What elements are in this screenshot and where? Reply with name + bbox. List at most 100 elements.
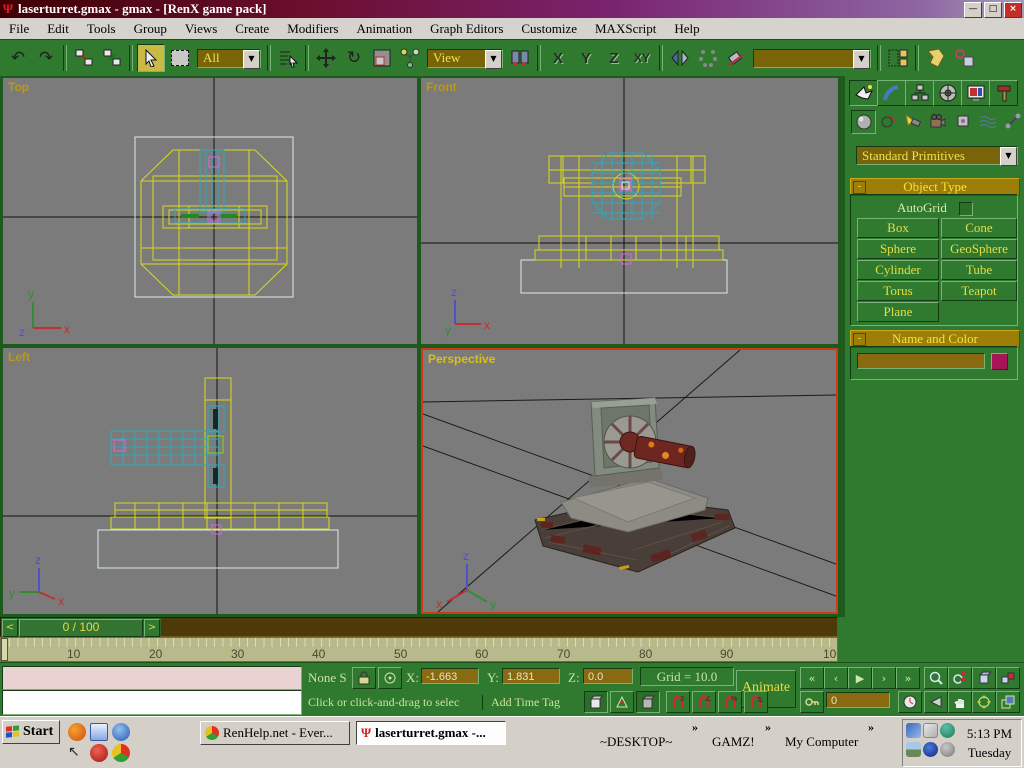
previous-frame-arrow[interactable]: <	[2, 619, 18, 637]
create-helpers-icon[interactable]	[951, 110, 974, 132]
use-pivot-point-center-icon[interactable]	[507, 45, 533, 71]
tray-clock-sync-icon[interactable]	[923, 742, 938, 757]
current-frame-field[interactable]: 0	[826, 692, 890, 708]
toolbar-desktop-chevron[interactable]: »	[692, 720, 698, 735]
toolbar-gamz-chevron[interactable]: »	[765, 720, 771, 735]
percent-snap-magnet-button[interactable]: %	[718, 691, 742, 713]
select-object-button[interactable]	[137, 44, 165, 72]
tab-display[interactable]	[961, 80, 990, 106]
absolute-offset-toggle[interactable]	[378, 667, 402, 689]
undo-button[interactable]: ↶	[5, 45, 31, 71]
select-and-scale-icon[interactable]	[369, 45, 395, 71]
dropdown-arrow-icon[interactable]: ▼	[853, 50, 870, 69]
previous-frame-button[interactable]: ‹	[824, 667, 848, 689]
create-tube-button[interactable]: Tube	[941, 260, 1017, 280]
dropdown-arrow-icon[interactable]: ▼	[1000, 147, 1017, 166]
angle-snap-magnet-button[interactable]: ∠	[692, 691, 716, 713]
taskbar-clock[interactable]: 5:13 PM Tuesday	[958, 724, 1021, 763]
align-icon[interactable]	[723, 45, 749, 71]
menu-group[interactable]: Group	[125, 20, 176, 38]
menu-tools[interactable]: Tools	[78, 20, 125, 38]
add-time-tag[interactable]: Add Time Tag	[482, 695, 560, 710]
reference-coordinate-system-dropdown[interactable]: View ▼	[427, 49, 503, 68]
track-bar[interactable]: 10 20 30 40 50 60 70 80 90 100	[0, 637, 838, 662]
zoom-extents-button[interactable]	[972, 667, 996, 689]
create-plane-button[interactable]: Plane	[857, 302, 939, 322]
snap-toggle-button[interactable]	[584, 691, 608, 713]
create-teapot-button[interactable]: Teapot	[941, 281, 1017, 301]
menu-animation[interactable]: Animation	[347, 20, 421, 38]
create-lights-icon[interactable]	[901, 110, 924, 132]
material-navigator-icon[interactable]	[923, 45, 949, 71]
rollout-collapse-icon[interactable]: -	[853, 181, 866, 194]
named-selection-sets-dropdown[interactable]: ▼	[753, 49, 871, 68]
task-laserturret-window[interactable]: Ψ laserturret.gmax -...	[356, 721, 506, 745]
track-view-icon[interactable]	[885, 45, 911, 71]
menu-graph-editors[interactable]: Graph Editors	[421, 20, 512, 38]
zoom-extents-all-button[interactable]	[996, 667, 1020, 689]
toolbar-my-computer-chevron[interactable]: »	[868, 720, 874, 735]
select-by-name-icon[interactable]	[275, 45, 301, 71]
tab-create[interactable]	[849, 80, 878, 106]
quicklaunch-chrome-icon[interactable]	[112, 744, 130, 762]
tab-utilities[interactable]	[989, 80, 1018, 106]
quicklaunch-firefox-icon[interactable]	[68, 723, 86, 741]
maxscript-mini-listener-bottom[interactable]	[2, 690, 302, 715]
array-icon[interactable]	[695, 45, 721, 71]
toolbar-gamz-label[interactable]: GAMZ!	[712, 734, 755, 750]
tray-scheduler-icon[interactable]	[923, 723, 938, 738]
start-button[interactable]: Start	[2, 720, 60, 744]
percent-snap-cube-button[interactable]	[636, 691, 660, 713]
restrict-z-button[interactable]: Z	[602, 46, 626, 70]
unlink-selection-icon[interactable]	[99, 45, 125, 71]
menu-file[interactable]: File	[0, 20, 38, 38]
selection-lock-toggle[interactable]	[352, 667, 376, 689]
selection-filter-dropdown[interactable]: All ▼	[197, 49, 261, 68]
zoom-button[interactable]	[924, 667, 948, 689]
select-and-rotate-icon[interactable]: ↻	[341, 45, 367, 71]
time-slider-button[interactable]: 0 / 100	[19, 619, 143, 637]
rollout-collapse-icon[interactable]: -	[853, 333, 866, 346]
create-geosphere-button[interactable]: GeoSphere	[941, 239, 1017, 259]
mirror-icon[interactable]	[667, 45, 693, 71]
field-of-view-button[interactable]	[924, 691, 948, 713]
tray-display-icon[interactable]	[906, 723, 921, 738]
create-shapes-icon[interactable]	[876, 110, 899, 132]
time-slider-track[interactable]: < 0 / 100 >	[0, 617, 838, 637]
object-name-input[interactable]	[857, 353, 985, 369]
maxscript-mini-listener-top[interactable]	[2, 666, 302, 690]
menu-maxscript[interactable]: MAXScript	[586, 20, 665, 38]
tab-modify[interactable]	[877, 80, 906, 106]
create-box-button[interactable]: Box	[857, 218, 939, 238]
title-bar[interactable]: Ψ laserturret.gmax - gmax - [RenX game p…	[0, 0, 1024, 18]
menu-modifiers[interactable]: Modifiers	[278, 20, 347, 38]
angle-snap-button[interactable]	[610, 691, 634, 713]
viewport-perspective[interactable]: Perspective	[421, 348, 838, 614]
quicklaunch-media-player-icon[interactable]	[112, 723, 130, 741]
viewport-front-label[interactable]: Front	[426, 80, 457, 94]
create-geometry-icon[interactable]	[851, 110, 876, 134]
viewport-left[interactable]: Left	[3, 348, 417, 614]
min-max-toggle-button[interactable]	[996, 691, 1020, 713]
create-torus-button[interactable]: Torus	[857, 281, 939, 301]
render-icon[interactable]	[951, 45, 977, 71]
task-renhelp-window[interactable]: RenHelp.net - Ever...	[200, 721, 350, 745]
close-button[interactable]: ×	[1004, 2, 1022, 18]
next-frame-arrow[interactable]: >	[144, 619, 160, 637]
menu-customize[interactable]: Customize	[512, 20, 586, 38]
primitive-category-dropdown[interactable]: Standard Primitives ▼	[856, 146, 1018, 165]
quicklaunch-explorer-icon[interactable]	[90, 723, 108, 741]
tray-picture-icon[interactable]	[906, 742, 921, 757]
autogrid-checkbox[interactable]	[959, 202, 973, 216]
quicklaunch-opera-icon[interactable]	[90, 744, 108, 762]
redo-button[interactable]: ↷	[33, 45, 59, 71]
x-coord-field[interactable]: -1.663	[421, 668, 479, 684]
pan-view-button[interactable]	[948, 691, 972, 713]
tab-motion[interactable]	[933, 80, 962, 106]
menu-help[interactable]: Help	[665, 20, 708, 38]
z-coord-field[interactable]: 0.0	[583, 668, 633, 684]
menu-views[interactable]: Views	[176, 20, 226, 38]
select-and-move-icon[interactable]	[313, 45, 339, 71]
tray-volume-icon[interactable]	[940, 742, 955, 757]
maximize-button[interactable]: □	[984, 2, 1002, 18]
